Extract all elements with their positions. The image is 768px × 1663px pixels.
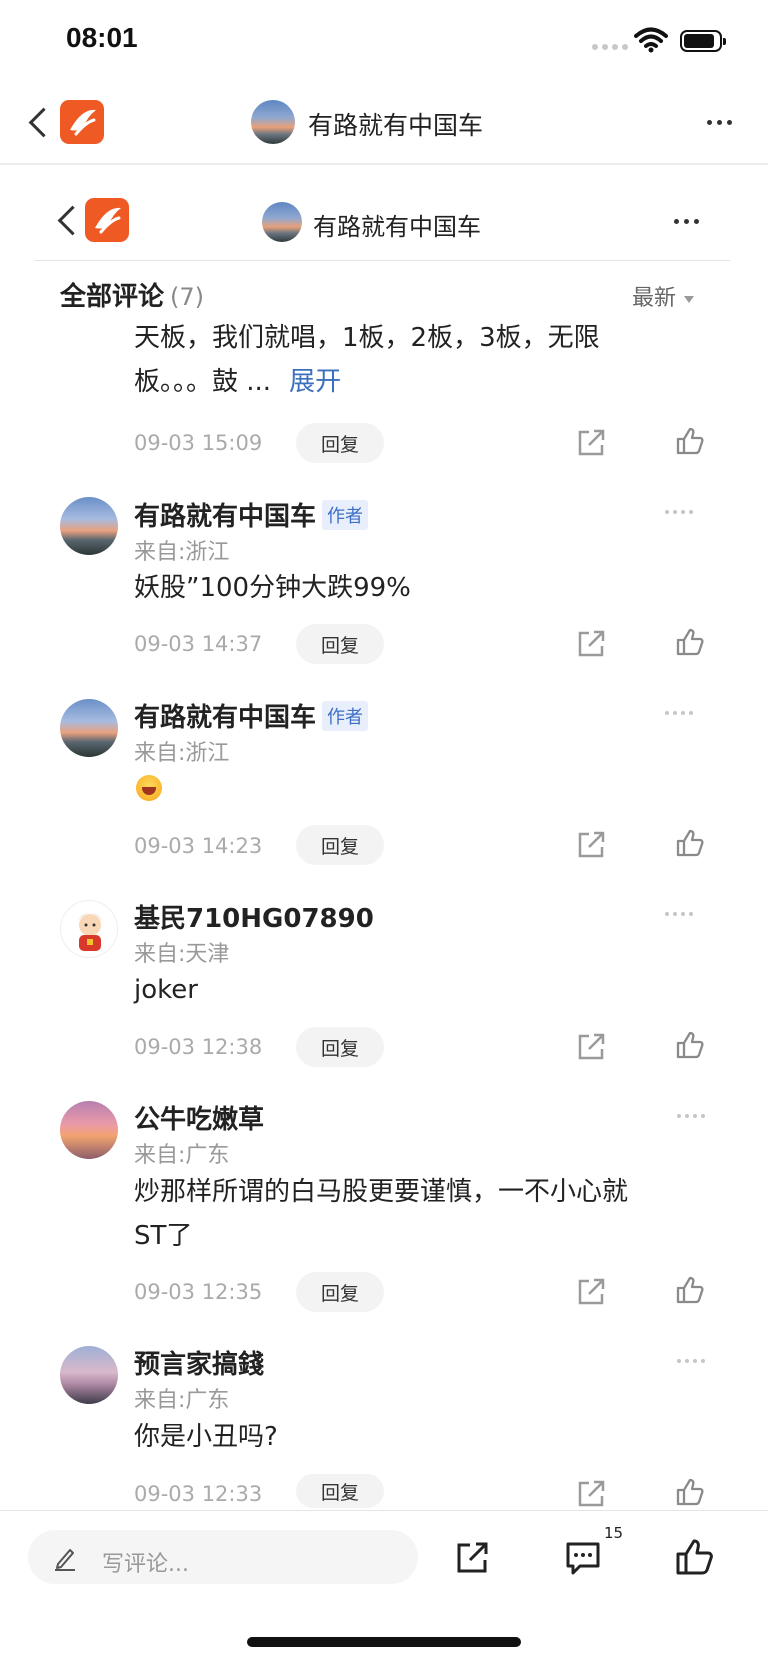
share-icon[interactable] [576, 428, 606, 458]
comment-text: 炒那样所谓的白马股更要谨慎，一不小心就 [134, 1177, 629, 1207]
comments-heading: 全部评论 (7) [60, 276, 204, 313]
inner-app-logo-icon[interactable] [85, 198, 129, 242]
author-badge: 作者 [322, 500, 369, 530]
home-indicator [247, 1637, 521, 1647]
comment-placeholder: 写评论... [102, 1552, 189, 1577]
like-icon[interactable] [675, 1275, 705, 1305]
like-icon[interactable] [675, 1538, 713, 1576]
wifi-icon [634, 27, 668, 53]
share-icon[interactable] [576, 1479, 606, 1507]
username[interactable]: 有路就有中国车 作者 [134, 496, 369, 533]
comment-text-line2: ST了 [134, 1221, 193, 1251]
avatar[interactable] [60, 1101, 118, 1159]
laughing-emoji-icon [136, 775, 162, 801]
expand-link[interactable]: 展开 [289, 367, 341, 397]
share-icon[interactable] [576, 1032, 606, 1062]
reply-button[interactable]: 回复 [296, 423, 384, 463]
like-icon[interactable] [675, 1030, 705, 1060]
item-more-icon[interactable] [665, 912, 693, 916]
share-icon[interactable] [576, 830, 606, 860]
comment-count-badge: 15 [604, 1524, 624, 1542]
title-avatar [251, 100, 295, 144]
share-icon[interactable] [576, 1277, 606, 1307]
reply-button[interactable]: 回复 [296, 1474, 384, 1508]
comments-title: 全部评论 [60, 282, 165, 312]
comment-text: 你是小丑吗? [134, 1422, 278, 1452]
more-icon[interactable] [707, 120, 732, 125]
location-label: 来自:浙江 [134, 741, 230, 766]
bottom-divider [0, 1510, 768, 1511]
app-logo-icon[interactable] [60, 100, 104, 144]
username[interactable]: 公牛吃嫩草 [134, 1099, 264, 1136]
comment-time: 09-03 14:37 [134, 632, 263, 656]
comment-time: 09-03 12:33 [134, 1482, 263, 1506]
sort-dropdown[interactable]: 最新 [632, 280, 695, 312]
comment-input[interactable] [28, 1530, 418, 1584]
share-icon[interactable] [454, 1540, 490, 1576]
comment-text-truncated: 板。。。鼓 ... [134, 367, 272, 397]
signal-dots-icon [592, 44, 628, 50]
location-label: 来自:广东 [134, 1143, 230, 1168]
header-divider [0, 163, 768, 165]
comment-time: 09-03 12:38 [134, 1035, 263, 1059]
avatar[interactable] [60, 699, 118, 757]
battery-icon [680, 30, 726, 52]
item-more-icon[interactable] [665, 510, 693, 514]
comment-text-line2: 板。。。鼓 ... 展开 [134, 360, 341, 404]
like-icon[interactable] [675, 426, 705, 456]
comment-text: joker [134, 975, 198, 1005]
avatar[interactable] [60, 1346, 118, 1404]
like-icon[interactable] [675, 627, 705, 657]
avatar[interactable] [60, 497, 118, 555]
author-badge: 作者 [322, 701, 369, 731]
page-title: 有路就有中国车 [308, 111, 484, 140]
status-time: 08:01 [66, 22, 138, 53]
location-label: 来自:广东 [134, 1388, 230, 1413]
username[interactable]: 预言家搞錢 [134, 1344, 264, 1381]
avatar[interactable] [60, 900, 118, 958]
reply-button[interactable]: 回复 [296, 1272, 384, 1312]
like-icon[interactable] [675, 828, 705, 858]
comments-count: (7) [170, 283, 205, 311]
reply-button[interactable]: 回复 [296, 825, 384, 865]
item-more-icon[interactable] [665, 711, 693, 715]
item-more-icon[interactable] [677, 1114, 705, 1118]
comment-time: 09-03 14:23 [134, 834, 263, 858]
location-label: 来自:天津 [134, 942, 230, 967]
item-more-icon[interactable] [677, 1359, 705, 1363]
comment-text: 妖股”100分钟大跌99% [134, 573, 411, 603]
reply-button[interactable]: 回复 [296, 1027, 384, 1067]
inner-divider [34, 260, 730, 261]
inner-back-icon[interactable] [57, 205, 88, 236]
like-icon[interactable] [675, 1477, 705, 1507]
sort-label: 最新 [632, 286, 677, 311]
username[interactable]: 基民710HG07890 [134, 898, 374, 935]
inner-title-avatar [262, 202, 302, 242]
share-icon[interactable] [576, 629, 606, 659]
comment-icon[interactable] [564, 1540, 602, 1576]
username[interactable]: 有路就有中国车 作者 [134, 697, 369, 734]
inner-more-icon[interactable] [674, 219, 699, 224]
comment-time: 09-03 12:35 [134, 1280, 263, 1304]
pen-icon [55, 1549, 75, 1571]
back-icon[interactable] [28, 107, 59, 138]
location-label: 来自:浙江 [134, 540, 230, 565]
username-text: 有路就有中国车 [134, 703, 317, 733]
comment-time: 09-03 15:09 [134, 431, 263, 455]
inner-page-title: 有路就有中国车 [313, 213, 481, 241]
username-text: 有路就有中国车 [134, 502, 317, 532]
caret-down-icon [684, 295, 695, 303]
comment-text: 天板，我们就唱，1板，2板，3板，无限 [134, 323, 600, 353]
reply-button[interactable]: 回复 [296, 624, 384, 664]
